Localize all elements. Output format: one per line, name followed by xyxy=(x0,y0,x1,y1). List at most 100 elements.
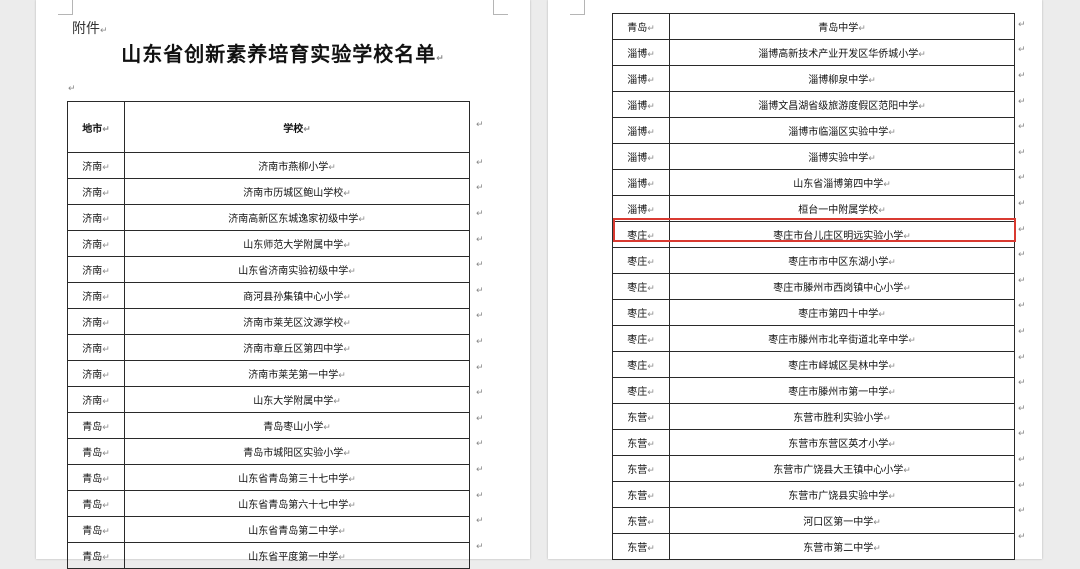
city-cell: 淄博↵ xyxy=(612,143,670,170)
paragraph-mark: ↵ xyxy=(1018,71,1026,81)
city-cell: 枣庄↵ xyxy=(612,273,670,300)
school-cell: 淄博市临淄区实验中学↵ xyxy=(669,117,1015,144)
school-cell: 济南高新区东城逸家初级中学↵ xyxy=(124,204,470,231)
paragraph-mark: ↵ xyxy=(1018,45,1026,56)
table-row: 东营↵ 东营市广饶县大王镇中心小学↵ xyxy=(612,455,1015,482)
table-row: 东营↵ 河口区第一中学↵ xyxy=(612,507,1015,534)
school-cell: 济南市莱芜区汶源学校↵ xyxy=(124,308,470,335)
city-cell: 青岛↵ xyxy=(67,464,125,491)
school-cell: 济南市历城区鲍山学校↵ xyxy=(124,178,470,205)
city-cell: 淄博↵ xyxy=(612,91,670,118)
attachment-label: 附件↵ xyxy=(72,21,108,37)
paragraph-mark: ↵ xyxy=(476,311,484,322)
header-city: 地市↵ xyxy=(67,101,125,153)
city-cell: 济南↵ xyxy=(67,360,125,387)
table-row: 青岛↵ 山东省平度第一中学↵ xyxy=(67,542,470,569)
table-row: 东营↵ 东营市广饶县实验中学↵ xyxy=(612,481,1015,508)
school-cell: 青岛中学↵ xyxy=(669,13,1015,40)
table-row: 济南↵ 山东省济南实验初级中学↵ xyxy=(67,256,470,283)
school-cell: 枣庄市第四十中学↵ xyxy=(669,299,1015,326)
table-row: 青岛↵ 青岛市城阳区实验小学↵ xyxy=(67,438,470,465)
school-cell: 枣庄市台儿庄区明远实验小学↵ xyxy=(669,221,1015,248)
paragraph-mark: ↵ xyxy=(476,413,484,424)
school-cell: 淄博实验中学↵ xyxy=(669,143,1015,170)
table-row: 枣庄↵ 枣庄市滕州市第一中学↵ xyxy=(612,377,1015,404)
school-cell: 枣庄市市中区东湖小学↵ xyxy=(669,247,1015,274)
paragraph-mark: ↵ xyxy=(1018,19,1026,30)
city-cell: 东营↵ xyxy=(612,481,670,508)
table-row: 济南↵ 济南高新区东城逸家初级中学↵ xyxy=(67,204,470,231)
header-school: 学校↵ xyxy=(124,101,470,153)
city-cell: 淄博↵ xyxy=(612,195,670,222)
paragraph-mark: ↵ xyxy=(1018,378,1026,389)
paragraph-mark: ↵ xyxy=(476,362,484,373)
city-cell: 东营↵ xyxy=(612,429,670,456)
table-row: 淄博↵ 淄博柳泉中学↵ xyxy=(612,65,1015,92)
page-title: 山东省创新素养培育实验学校名单↵ xyxy=(121,42,445,66)
school-cell: 淄博高新技术产业开发区华侨城小学↵ xyxy=(669,39,1015,66)
table-row: 东营↵ 东营市东营区英才小学↵ xyxy=(612,429,1015,456)
table-row: 青岛↵ 山东省青岛第三十七中学↵ xyxy=(67,464,470,491)
city-cell: 青岛↵ xyxy=(612,13,670,40)
school-cell: 枣庄市滕州市西岗镇中心小学↵ xyxy=(669,273,1015,300)
paragraph-mark: ↵ xyxy=(1018,224,1026,235)
city-cell: 济南↵ xyxy=(67,308,125,335)
city-cell: 枣庄↵ xyxy=(612,377,670,404)
school-cell: 山东师范大学附属中学↵ xyxy=(124,230,470,257)
table-row: 枣庄↵ 枣庄市台儿庄区明远实验小学↵ xyxy=(612,221,1015,248)
paragraph-mark: ↵ xyxy=(476,465,484,475)
school-cell: 山东省济南实验初级中学↵ xyxy=(124,256,470,283)
paragraph-mark: ↵ xyxy=(68,84,76,94)
paragraph-mark: ↵ xyxy=(476,260,484,271)
paragraph-mark: ↵ xyxy=(476,439,484,450)
paragraph-mark: ↵ xyxy=(1018,327,1026,337)
paragraph-mark: ↵ xyxy=(476,120,484,130)
city-cell: 济南↵ xyxy=(67,386,125,413)
paragraph-mark: ↵ xyxy=(1018,147,1026,158)
city-cell: 济南↵ xyxy=(67,204,125,231)
table-row: 淄博↵ 淄博文昌湖省级旅游度假区范阳中学↵ xyxy=(612,91,1015,118)
paragraph-mark: ↵ xyxy=(476,541,484,552)
paragraph-mark: ↵ xyxy=(476,183,484,194)
city-cell: 枣庄↵ xyxy=(612,351,670,378)
city-cell: 淄博↵ xyxy=(612,39,670,66)
city-cell: 东营↵ xyxy=(612,455,670,482)
city-cell: 枣庄↵ xyxy=(612,325,670,352)
school-cell: 山东省青岛第三十七中学↵ xyxy=(124,464,470,491)
paragraph-mark: ↵ xyxy=(1018,352,1026,363)
city-cell: 济南↵ xyxy=(67,282,125,309)
table-row: 青岛↵ 青岛枣山小学↵ xyxy=(67,412,470,439)
table-row: 枣庄↵ 枣庄市滕州市北辛街道北辛中学↵ xyxy=(612,325,1015,352)
table-row: 济南↵ 济南市历城区鲍山学校↵ xyxy=(67,178,470,205)
table-row: 枣庄↵ 枣庄市滕州市西岗镇中心小学↵ xyxy=(612,273,1015,300)
school-table-left: 地市↵ 学校↵ 济南↵ 济南市燕柳小学↵ 济南↵ 济南市历城区鲍山学校↵ 济南↵ 济南高新… xyxy=(67,101,470,569)
table-row: 济南↵ 济南市燕柳小学↵ xyxy=(67,152,470,179)
table-row: 济南↵ 济南市章丘区第四中学↵ xyxy=(67,334,470,361)
table-row: 枣庄↵ 枣庄市第四十中学↵ xyxy=(612,299,1015,326)
paragraph-mark: ↵ xyxy=(476,337,484,347)
city-cell: 青岛↵ xyxy=(67,542,125,569)
table-row: 淄博↵ 桓台一中附属学校↵ xyxy=(612,195,1015,222)
school-cell: 济南市莱芜第一中学↵ xyxy=(124,360,470,387)
city-cell: 济南↵ xyxy=(67,152,125,179)
table-row: 枣庄↵ 枣庄市峄城区吴林中学↵ xyxy=(612,351,1015,378)
table-row: 东营↵ 东营市胜利实验小学↵ xyxy=(612,403,1015,430)
school-cell: 山东省青岛第二中学↵ xyxy=(124,516,470,543)
city-cell: 青岛↵ xyxy=(67,438,125,465)
city-cell: 东营↵ xyxy=(612,403,670,430)
paragraph-mark: ↵ xyxy=(1018,301,1026,312)
school-cell: 东营市东营区英才小学↵ xyxy=(669,429,1015,456)
school-cell: 枣庄市滕州市第一中学↵ xyxy=(669,377,1015,404)
crop-mark xyxy=(493,0,508,15)
table-row: 青岛↵ 山东省青岛第二中学↵ xyxy=(67,516,470,543)
table-row: 淄博↵ 山东省淄博第四中学↵ xyxy=(612,169,1015,196)
paragraph-mark: ↵ xyxy=(1018,96,1026,107)
city-cell: 枣庄↵ xyxy=(612,247,670,274)
school-cell: 淄博文昌湖省级旅游度假区范阳中学↵ xyxy=(669,91,1015,118)
school-cell: 东营市广饶县大王镇中心小学↵ xyxy=(669,455,1015,482)
table-row: 东营↵ 东营市第二中学↵ xyxy=(612,533,1015,560)
city-cell: 青岛↵ xyxy=(67,516,125,543)
paragraph-mark: ↵ xyxy=(1018,122,1026,133)
city-cell: 淄博↵ xyxy=(612,117,670,144)
school-cell: 山东省青岛第六十七中学↵ xyxy=(124,490,470,517)
